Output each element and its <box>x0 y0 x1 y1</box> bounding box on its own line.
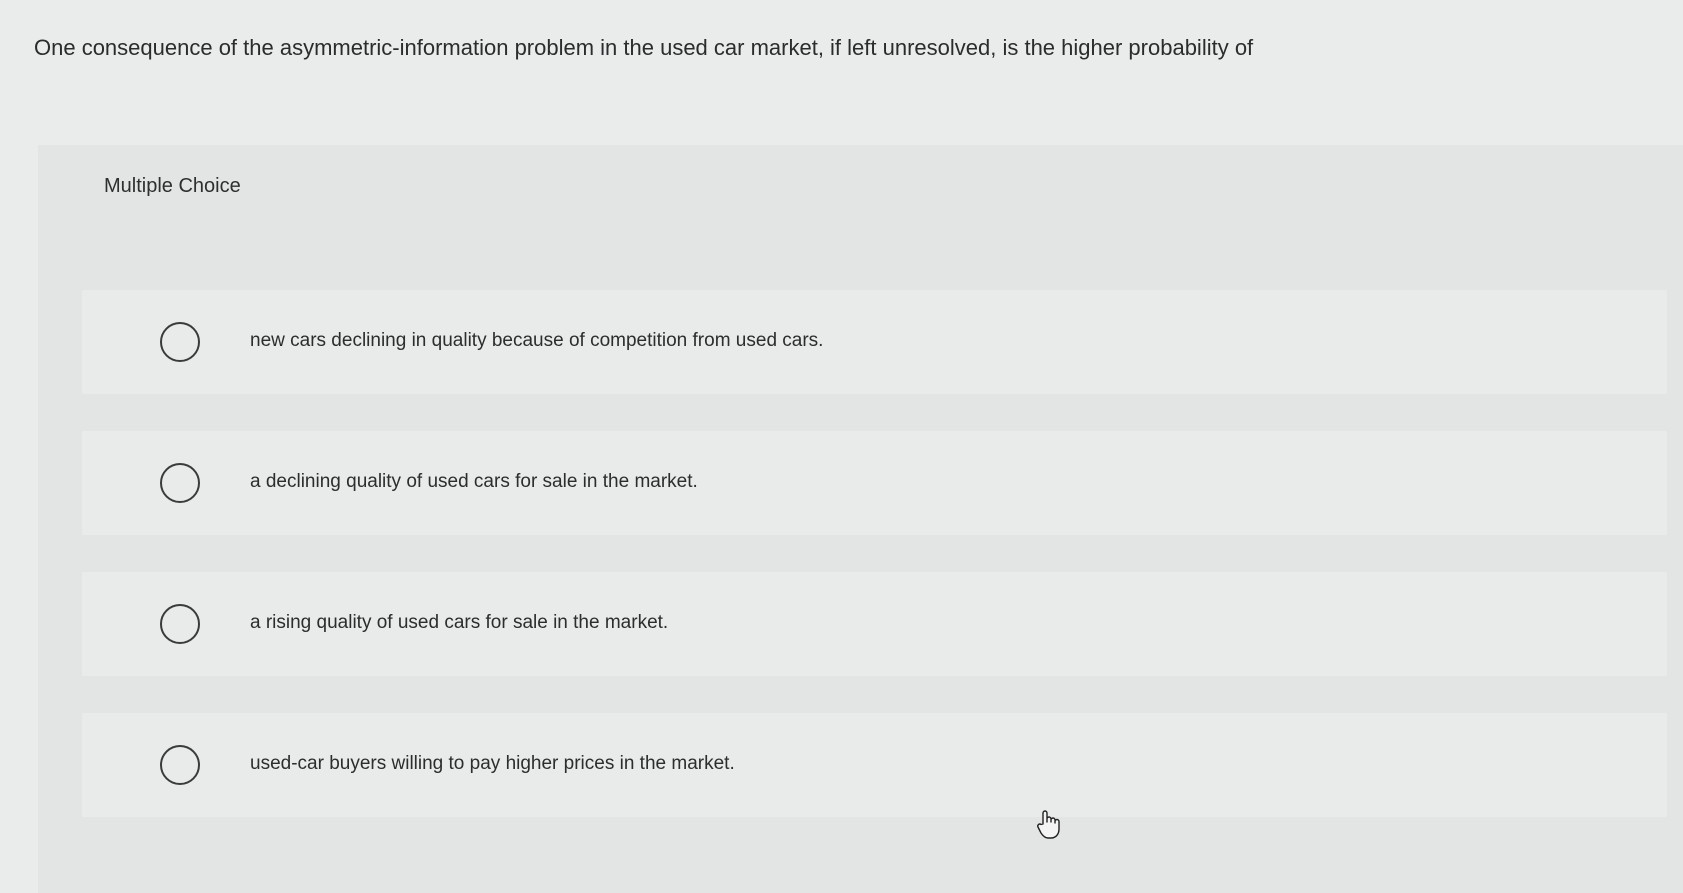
answer-option-3[interactable]: a rising quality of used cars for sale i… <box>82 572 1667 676</box>
radio-button-3[interactable] <box>160 604 200 644</box>
hand-pointer-icon <box>1037 810 1060 839</box>
radio-button-4[interactable] <box>160 745 200 785</box>
answer-option-text: a rising quality of used cars for sale i… <box>250 612 669 633</box>
answer-option-text: a declining quality of used cars for sal… <box>250 471 698 492</box>
answer-option-2[interactable]: a declining quality of used cars for sal… <box>82 431 1667 535</box>
multiple-choice-panel: Multiple Choice new cars declining in qu… <box>38 145 1683 893</box>
question-text: One consequence of the asymmetric-inform… <box>34 35 1254 60</box>
radio-button-1[interactable] <box>160 322 200 362</box>
answer-option-4[interactable]: used-car buyers willing to pay higher pr… <box>82 713 1667 817</box>
answer-option-text: used-car buyers willing to pay higher pr… <box>250 753 735 774</box>
radio-button-2[interactable] <box>160 463 200 503</box>
multiple-choice-label: Multiple Choice <box>104 175 241 197</box>
answer-option-1[interactable]: new cars declining in quality because of… <box>82 290 1667 394</box>
answer-option-text: new cars declining in quality because of… <box>250 330 824 351</box>
